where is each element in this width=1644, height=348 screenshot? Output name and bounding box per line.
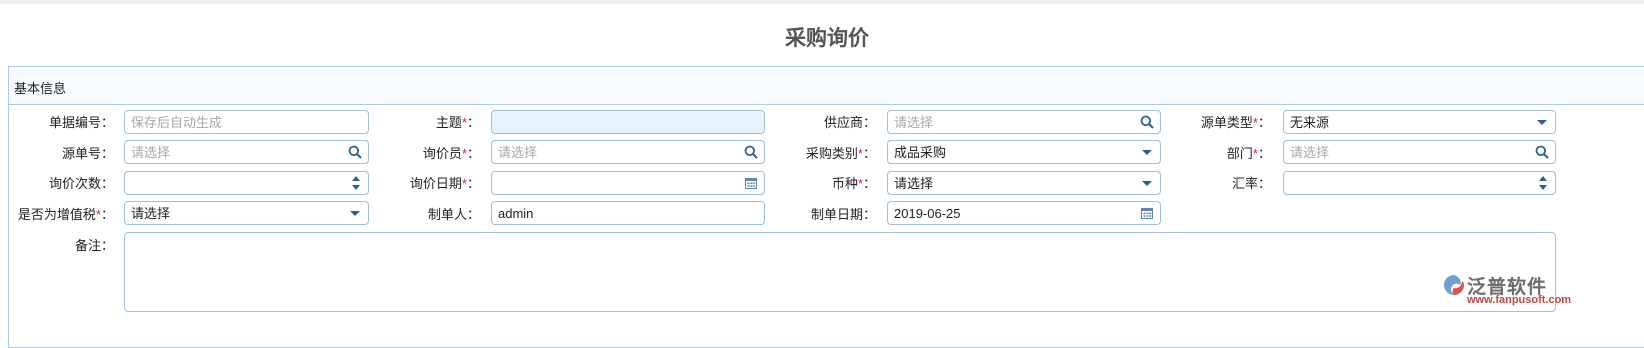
- label-colon: ：: [466, 176, 480, 191]
- supplier-placeholder: 请选择: [894, 115, 934, 130]
- label-colon: ：: [1257, 146, 1271, 161]
- dropdown-arrow-icon[interactable]: [1535, 115, 1549, 129]
- logo-url: www.fanpusoft.com: [1467, 294, 1572, 306]
- section-title: 基本信息: [14, 81, 67, 96]
- vat-label-text: 是否为增值税: [17, 207, 96, 222]
- subject-input[interactable]: [491, 110, 765, 134]
- dropdown-arrow-icon[interactable]: [1140, 145, 1154, 159]
- inquiry-count-label: 询价次数：: [48, 176, 114, 191]
- department-select[interactable]: 请选择: [1283, 140, 1556, 164]
- creator-label: 制单人：: [427, 207, 480, 222]
- creator-value: admin: [498, 206, 534, 221]
- search-icon[interactable]: [1140, 115, 1154, 129]
- spinner-arrows-icon[interactable]: [352, 175, 360, 191]
- calendar-icon[interactable]: [1140, 206, 1154, 220]
- department-label-text: 部门: [1226, 146, 1253, 161]
- currency-select[interactable]: 请选择: [887, 171, 1161, 195]
- currency-label: 币种*：: [766, 176, 876, 192]
- source-type-select[interactable]: 无来源: [1283, 110, 1556, 134]
- inquiry-count-spinner[interactable]: [124, 171, 369, 195]
- dropdown-arrow-icon[interactable]: [1140, 176, 1154, 190]
- calendar-icon[interactable]: [744, 176, 758, 190]
- doc-no-placeholder: 保存后自动生成: [131, 115, 223, 130]
- search-icon[interactable]: [744, 145, 758, 159]
- purchase-category-label: 采购类别*：: [766, 146, 876, 162]
- doc-no-field[interactable]: 保存后自动生成: [124, 110, 369, 134]
- subject-label-text: 主题: [435, 115, 462, 130]
- inquirer-placeholder: 请选择: [498, 145, 538, 160]
- search-icon[interactable]: [1535, 145, 1549, 159]
- department-placeholder: 请选择: [1290, 145, 1330, 160]
- currency-value: 请选择: [894, 176, 934, 191]
- label-colon: ：: [100, 207, 114, 222]
- label-colon: ：: [1257, 115, 1271, 130]
- label-colon: ：: [466, 115, 480, 130]
- inquiry-date-label-text: 询价日期: [409, 176, 462, 191]
- fanpu-logo-icon: [1444, 275, 1464, 295]
- search-icon[interactable]: [348, 145, 362, 159]
- label-colon: ：: [862, 176, 876, 191]
- inquirer-label: 询价员*：: [370, 146, 480, 162]
- dropdown-arrow-icon[interactable]: [348, 206, 362, 220]
- inquirer-label-text: 询价员: [422, 146, 462, 161]
- watermark-logo: 泛普软件 www.fanpusoft.com: [1443, 272, 1571, 308]
- exchange-rate-label: 汇率：: [1231, 176, 1271, 191]
- label-colon: ：: [862, 146, 876, 161]
- inquirer-select[interactable]: 请选择: [491, 140, 765, 164]
- department-label: 部门*：: [1161, 146, 1271, 162]
- inquiry-date-label: 询价日期*：: [370, 176, 480, 192]
- section-header: 基本信息: [9, 67, 1644, 105]
- spinner-arrows-icon[interactable]: [1539, 175, 1547, 191]
- top-band: [0, 0, 1644, 4]
- source-no-placeholder: 请选择: [131, 145, 171, 160]
- subject-label: 主题*：: [370, 115, 480, 131]
- supplier-label: 供应商：: [823, 115, 876, 130]
- source-no-select[interactable]: 请选择: [124, 140, 369, 164]
- purchase-category-select[interactable]: 成品采购: [887, 140, 1161, 164]
- purchase-category-label-text: 采购类别: [805, 146, 858, 161]
- exchange-rate-spinner[interactable]: [1283, 171, 1556, 195]
- create-date-value: 2019-06-25: [894, 206, 961, 221]
- doc-no-label: 单据编号：: [48, 115, 114, 130]
- source-type-label: 源单类型*：: [1161, 115, 1271, 131]
- inquiry-date-picker[interactable]: [491, 171, 765, 195]
- vat-select[interactable]: 请选择: [124, 201, 369, 225]
- source-no-label: 源单号：: [61, 146, 114, 161]
- remark-label: 备注：: [74, 238, 114, 253]
- source-type-value: 无来源: [1290, 115, 1330, 130]
- vat-value: 请选择: [131, 206, 171, 221]
- create-date-picker[interactable]: 2019-06-25: [887, 201, 1161, 225]
- page-title: 采购询价: [785, 25, 869, 50]
- purchase-category-value: 成品采购: [894, 145, 947, 160]
- remark-textarea[interactable]: [124, 232, 1556, 312]
- create-date-label: 制单日期：: [810, 207, 876, 222]
- supplier-select[interactable]: 请选择: [887, 110, 1161, 134]
- creator-input[interactable]: admin: [491, 201, 765, 225]
- vat-label: 是否为增值税*：: [4, 207, 114, 223]
- label-colon: ：: [466, 146, 480, 161]
- source-type-label-text: 源单类型: [1200, 115, 1253, 130]
- currency-label-text: 币种: [831, 176, 858, 191]
